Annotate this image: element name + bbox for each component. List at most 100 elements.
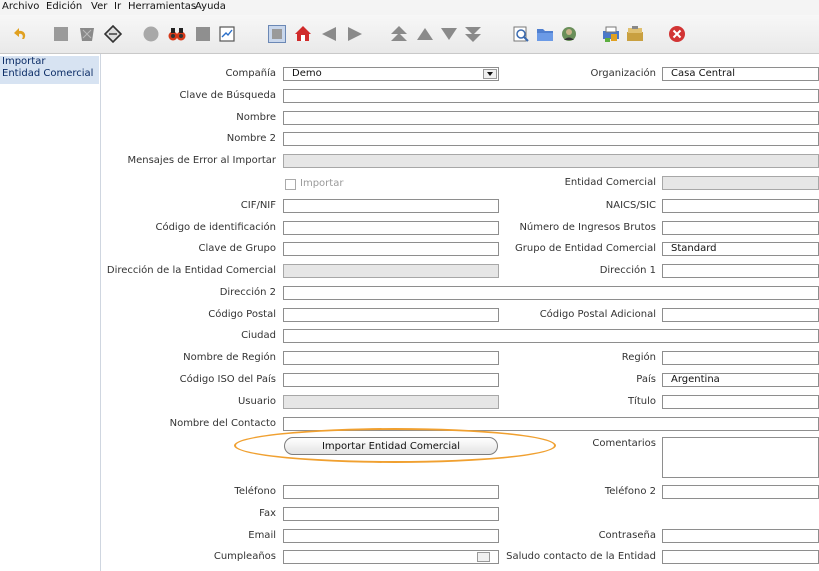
save-icon[interactable] (104, 25, 122, 43)
compania-select[interactable]: Demo (283, 67, 499, 81)
down-icon[interactable] (440, 25, 458, 43)
mensajes-error-field (283, 154, 819, 168)
grupo-entidad-value: Standard (671, 243, 717, 254)
importar-checkbox-label: Importar (300, 178, 344, 189)
pais-value: Argentina (671, 374, 720, 385)
menu-edicion[interactable]: Edición (46, 1, 82, 12)
menu-herramientas[interactable]: Herramientas (128, 1, 196, 12)
region-field[interactable] (662, 351, 819, 365)
report-icon[interactable] (218, 25, 236, 43)
delete-icon[interactable] (78, 25, 96, 43)
nombre-contacto-input[interactable] (283, 417, 819, 431)
calendar-icon[interactable] (477, 552, 490, 562)
home-icon[interactable] (294, 25, 312, 43)
direccion1-label: Dirección 1 (599, 265, 656, 276)
cif-nif-label: CIF/NIF (240, 200, 276, 211)
history-icon[interactable] (194, 25, 212, 43)
next-icon[interactable] (346, 25, 364, 43)
titulo-label: Título (627, 396, 656, 407)
direccion-entidad-field (283, 264, 499, 278)
direccion-entidad-label: Dirección de la Entidad Comercial (106, 265, 276, 276)
attachment-icon[interactable] (536, 25, 554, 43)
email-label: Email (248, 530, 276, 541)
menu-ver[interactable]: Ver (91, 1, 107, 12)
pais-label: País (636, 374, 656, 385)
cumpleanos-label: Cumpleaños (213, 551, 276, 562)
nombre-contacto-label: Nombre del Contacto (169, 418, 276, 429)
ciudad-input[interactable] (283, 329, 819, 343)
usuario-field (283, 395, 499, 409)
nombre-input[interactable] (283, 111, 819, 125)
codigo-postal-input[interactable] (283, 308, 499, 322)
last-icon[interactable] (464, 25, 482, 43)
clave-grupo-label: Clave de Grupo (198, 243, 276, 254)
importar-checkbox[interactable] (285, 179, 296, 190)
telefono2-input[interactable] (662, 485, 819, 499)
product-icon[interactable] (560, 25, 578, 43)
toolbar (0, 15, 819, 54)
fax-label: Fax (259, 508, 276, 519)
telefono-label: Teléfono (234, 486, 276, 497)
saludo-contacto-field[interactable] (662, 550, 819, 564)
pais-field[interactable]: Argentina (662, 373, 819, 387)
menu-ayuda[interactable]: Ayuda (195, 1, 226, 12)
importar-entidad-comercial-button[interactable]: Importar Entidad Comercial (284, 437, 498, 455)
undo-icon[interactable] (12, 25, 30, 43)
previous-icon[interactable] (320, 25, 338, 43)
grid-toggle-icon[interactable] (268, 25, 286, 43)
zoom-icon[interactable] (512, 25, 530, 43)
sidebar-tab-line2: Entidad Comercial (2, 68, 94, 79)
menu-bar: Archivo Edición Ver Ir Herramientas Ayud… (0, 0, 819, 16)
organizacion-field[interactable]: Casa Central (662, 67, 819, 81)
telefono2-label: Teléfono 2 (604, 486, 656, 497)
print-icon[interactable] (602, 25, 620, 43)
cumpleanos-input[interactable] (283, 550, 499, 564)
clave-busqueda-input[interactable] (283, 89, 819, 103)
ingresos-brutos-input[interactable] (662, 221, 819, 235)
telefono-input[interactable] (283, 485, 499, 499)
grupo-entidad-label: Grupo de Entidad Comercial (515, 243, 656, 254)
first-icon[interactable] (390, 25, 408, 43)
new-icon[interactable] (52, 25, 70, 43)
naics-label: NAICS/SIC (605, 200, 656, 211)
naics-input[interactable] (662, 199, 819, 213)
codigo-iso-input[interactable] (283, 373, 499, 387)
ingresos-brutos-label: Número de Ingresos Brutos (519, 222, 656, 233)
menu-archivo[interactable]: Archivo (2, 1, 39, 12)
direccion2-label: Dirección 2 (219, 287, 276, 298)
clave-busqueda-label: Clave de Búsqueda (179, 90, 276, 101)
codigo-postal-adicional-input[interactable] (662, 308, 819, 322)
sidebar: Importar Entidad Comercial (0, 54, 101, 571)
saludo-contacto-label: Saludo contacto de la Entidad (506, 551, 656, 562)
nombre2-label: Nombre 2 (226, 133, 276, 144)
direccion2-input[interactable] (283, 286, 819, 300)
direccion1-input[interactable] (662, 264, 819, 278)
organizacion-value: Casa Central (671, 68, 736, 79)
nombre-region-input[interactable] (283, 351, 499, 365)
codigo-iso-label: Código ISO del País (179, 374, 276, 385)
titulo-input[interactable] (662, 395, 819, 409)
email-input[interactable] (283, 529, 499, 543)
close-icon[interactable] (668, 25, 686, 43)
comentarios-textarea[interactable] (662, 437, 819, 478)
sidebar-tab-importar-entidad[interactable]: Importar Entidad Comercial (0, 56, 99, 84)
codigo-identificacion-input[interactable] (283, 221, 499, 235)
region-label: Región (621, 352, 656, 363)
chevron-down-icon[interactable] (483, 69, 497, 79)
clave-grupo-input[interactable] (283, 242, 499, 256)
nombre-label: Nombre (236, 112, 276, 123)
nombre2-input[interactable] (283, 132, 819, 146)
cif-nif-input[interactable] (283, 199, 499, 213)
menu-ir[interactable]: Ir (114, 1, 121, 12)
fax-input[interactable] (283, 507, 499, 521)
refresh-icon[interactable] (142, 25, 160, 43)
find-icon[interactable] (168, 25, 186, 43)
entidad-comercial-field (662, 176, 819, 190)
ciudad-label: Ciudad (241, 330, 276, 341)
contrasena-input[interactable] (662, 529, 819, 543)
comentarios-label: Comentarios (592, 438, 656, 449)
grupo-entidad-field[interactable]: Standard (662, 242, 819, 256)
archive-icon[interactable] (626, 25, 644, 43)
codigo-postal-adicional-label: Código Postal Adicional (539, 309, 656, 320)
up-icon[interactable] (416, 25, 434, 43)
